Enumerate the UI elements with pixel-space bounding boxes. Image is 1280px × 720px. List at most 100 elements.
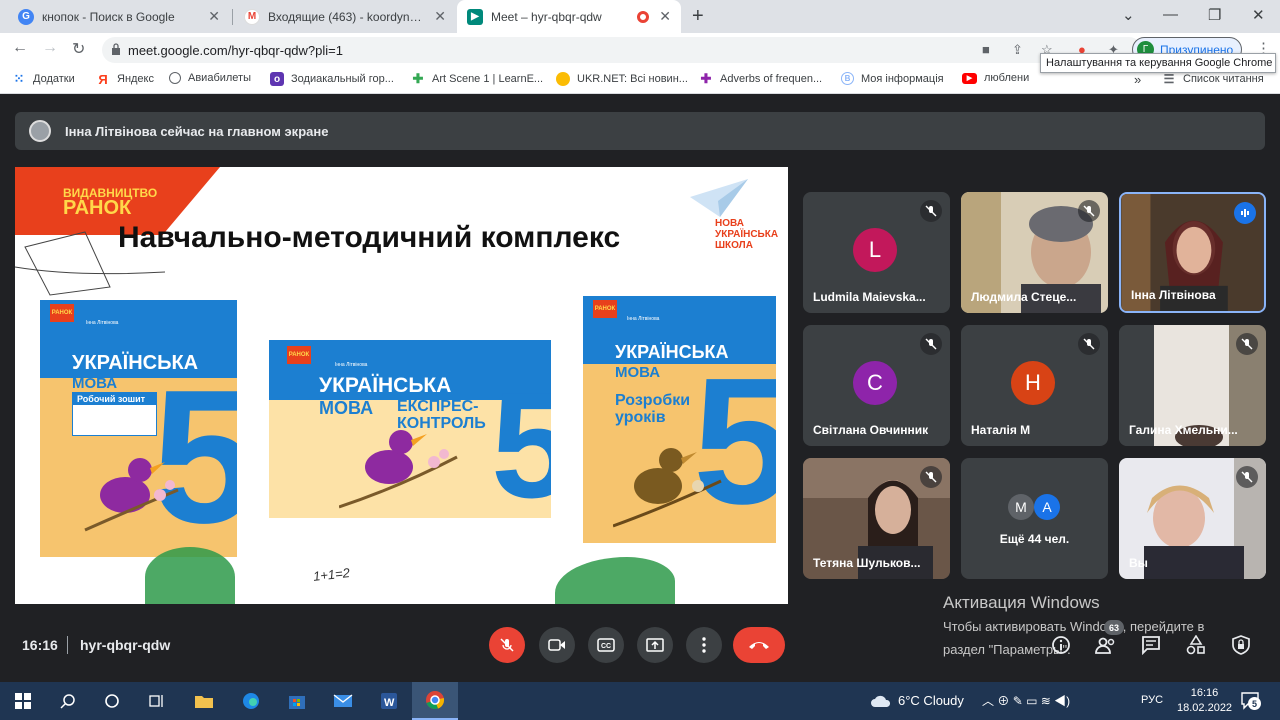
book-author: Інна Літвінова <box>627 316 660 322</box>
book-title2: МОВА <box>72 375 118 392</box>
tray-chevron-icon[interactable]: ︿ <box>982 694 994 708</box>
bookmark-label: Яндекс <box>117 73 154 85</box>
presentation-slide: ВИДАВНИЦТВО РАНОК НОВА УКРАЇНСЬКА ШКОЛА … <box>15 167 788 604</box>
activities-button[interactable] <box>1184 633 1208 657</box>
bookmark-youtube[interactable]: ▶ люблени <box>962 72 1029 84</box>
participants-button[interactable] <box>1094 633 1118 657</box>
chrome-button[interactable] <box>412 682 458 720</box>
leave-call-button[interactable] <box>733 627 785 663</box>
meeting-details-button[interactable] <box>1049 633 1073 657</box>
participant-tile[interactable]: Тетяна Шульков... <box>803 458 950 579</box>
tab-gmail[interactable]: M Входящие (463) - koordynatzia@ ✕ <box>234 0 456 33</box>
weather-widget[interactable]: 6°C Cloudy <box>870 693 964 708</box>
participant-tile[interactable]: L Ludmila Maievska... <box>803 192 950 313</box>
mic-off-icon <box>1078 333 1100 355</box>
presenter-avatar <box>29 120 51 142</box>
participant-avatar: A <box>1034 494 1060 520</box>
tray-icons[interactable]: ⊕ ✎ ▭ ≋ ◀) <box>997 694 1070 708</box>
bookmark-adverbs[interactable]: ✚ Adverbs of frequen... <box>699 71 823 86</box>
captions-button[interactable]: CC <box>588 627 624 663</box>
search-button[interactable] <box>45 682 91 720</box>
tab-google-search[interactable]: G кнопок - Поиск в Google ✕ <box>8 0 230 33</box>
share-icon[interactable]: ⇪ <box>1012 42 1023 58</box>
bird-illustration <box>84 458 179 532</box>
participant-name: Інна Літвінова <box>1131 288 1216 302</box>
notification-count-badge: 5 <box>1248 697 1261 710</box>
bookmark-art-scene[interactable]: ✚ Art Scene 1 | LearnE... <box>411 71 544 86</box>
self-tile[interactable]: Вы <box>1119 458 1266 579</box>
participant-name: Вы <box>1129 556 1148 570</box>
bookmark-ukrnet[interactable]: UKR.NET: Всі новин... <box>556 72 688 86</box>
clock-time: 16:16 <box>1190 687 1219 699</box>
chat-button[interactable] <box>1139 633 1163 657</box>
taskbar-clock[interactable]: 16:16 18.02.2022 <box>1177 686 1232 716</box>
bookmarks-overflow-button[interactable]: » <box>1134 72 1141 87</box>
forward-icon[interactable]: → <box>42 39 58 57</box>
participant-tile[interactable]: Н Наталія М <box>961 325 1108 446</box>
book-logo: РАНОК <box>50 304 74 322</box>
present-screen-button[interactable] <box>637 627 673 663</box>
back-icon[interactable]: ← <box>12 39 28 57</box>
notebook-sketch <box>15 231 166 296</box>
camera-icon[interactable]: ■ <box>982 42 990 57</box>
edge-button[interactable] <box>228 682 274 720</box>
bookmark-my-info[interactable]: B Моя інформація <box>841 72 944 85</box>
language-indicator[interactable]: РУС <box>1141 694 1163 706</box>
reading-list-button[interactable]: ☰ Список читання <box>1162 72 1264 86</box>
grid-icon: ✚ <box>412 71 424 86</box>
book-author: Інна Літвінова <box>86 320 119 326</box>
hang-up-icon <box>749 642 769 649</box>
more-participants-label: Ещё 44 чел. <box>999 532 1070 546</box>
new-tab-button[interactable]: + <box>692 5 704 28</box>
system-tray[interactable]: ︿ ⊕ ✎ ▭ ≋ ◀) <box>982 692 1070 709</box>
present-icon <box>646 638 664 652</box>
participant-tile[interactable]: Галина Хмельни... <box>1119 325 1266 446</box>
host-controls-button[interactable] <box>1229 633 1253 657</box>
book-subtitle: Розробки уроків <box>615 392 691 426</box>
bird-illustration <box>613 448 722 528</box>
task-view-button[interactable] <box>134 682 180 720</box>
bookmark-aviabilety[interactable]: Авиабилеты <box>169 72 251 84</box>
mic-off-icon <box>920 466 942 488</box>
close-tab-icon[interactable]: ✕ <box>659 8 671 25</box>
reading-list-label: Список читання <box>1183 73 1264 85</box>
cortana-icon <box>105 694 119 708</box>
mail-button[interactable] <box>320 682 366 720</box>
mic-off-icon <box>1078 200 1100 222</box>
book-lesson-plans: РАНОК Інна Літвінова УКРАЇНСЬКА МОВА Роз… <box>583 296 776 543</box>
close-tab-icon[interactable]: ✕ <box>434 8 446 25</box>
ukrnet-icon <box>556 72 570 86</box>
participant-avatar: L <box>853 228 897 272</box>
more-participants-tile[interactable]: M A Ещё 44 чел. <box>961 458 1108 579</box>
close-tab-icon[interactable]: ✕ <box>208 8 220 25</box>
participant-tile[interactable]: С Світлана Овчинник <box>803 325 950 446</box>
bookmark-yandex[interactable]: Я Яндекс <box>96 72 154 87</box>
store-button[interactable] <box>274 682 320 720</box>
svg-text:W: W <box>384 697 395 709</box>
participant-tile-speaking[interactable]: Інна Літвінова <box>1119 192 1266 313</box>
tab-meet[interactable]: ▶ Meet – hyr-qbqr-qdw ✕ <box>457 0 681 33</box>
notifications-button[interactable]: 5 <box>1240 690 1261 710</box>
info-icon: B <box>841 72 854 85</box>
book-subtitle: Робочий зошит <box>73 393 156 405</box>
mic-off-icon <box>1236 333 1258 355</box>
mic-toggle-button[interactable] <box>489 627 525 663</box>
camera-toggle-button[interactable] <box>539 627 575 663</box>
meet-icon: ▶ <box>467 8 483 25</box>
bookmark-apps[interactable]: ⁙ Додатки <box>12 71 75 86</box>
restore-icon[interactable]: ❐ <box>1208 6 1221 24</box>
participant-count-badge: 63 <box>1104 620 1124 635</box>
close-window-icon[interactable]: ✕ <box>1252 6 1265 24</box>
bookmark-label: люблени <box>984 72 1030 84</box>
file-explorer-button[interactable] <box>181 682 227 720</box>
minimize-icon[interactable]: — <box>1163 6 1178 23</box>
more-options-button[interactable] <box>686 627 722 663</box>
cortana-button[interactable] <box>89 682 135 720</box>
reload-icon[interactable]: ↻ <box>72 39 85 59</box>
bookmark-zodiac[interactable]: o Зодиакальный гор... <box>270 72 394 86</box>
start-button[interactable] <box>0 682 46 720</box>
participant-tile[interactable]: Людмила Стеце... <box>961 192 1108 313</box>
recording-icon <box>637 10 650 23</box>
word-button[interactable]: W <box>366 682 412 720</box>
tab-search-icon[interactable]: ⌄ <box>1122 6 1135 24</box>
